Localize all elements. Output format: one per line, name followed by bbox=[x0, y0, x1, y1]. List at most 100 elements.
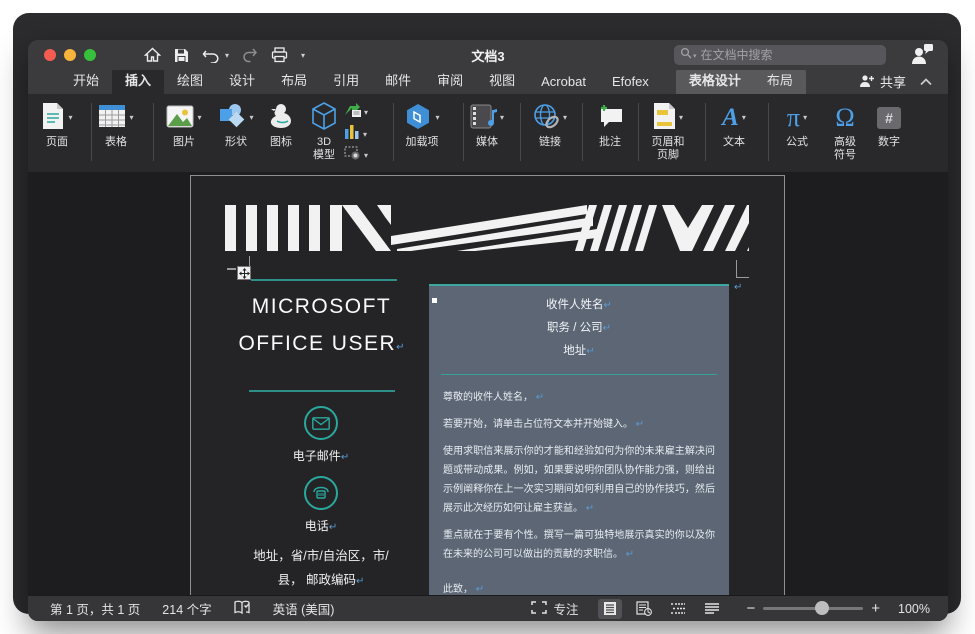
redo-icon[interactable] bbox=[242, 48, 258, 63]
comment-icon bbox=[597, 104, 624, 132]
ribbon-divider bbox=[768, 103, 769, 161]
zoom-slider[interactable] bbox=[763, 607, 863, 610]
header-footer-button[interactable]: 页眉和页脚 bbox=[642, 99, 694, 162]
paragraph-mark bbox=[341, 452, 349, 463]
paragraph-mark bbox=[536, 392, 544, 403]
document-canvas[interactable]: MICROSOFT OFFICE USER 电子邮件 电话 地址，省/市/自治区… bbox=[28, 172, 948, 595]
tab-mailings[interactable]: 邮件 bbox=[372, 66, 424, 94]
ribbon-divider bbox=[153, 103, 154, 161]
tab-insert[interactable]: 插入 bbox=[112, 66, 164, 94]
salutation[interactable]: 尊敬的收件人姓名， bbox=[443, 388, 715, 407]
equation-button[interactable]: π 公式 bbox=[776, 99, 818, 149]
links-button[interactable]: 链接 bbox=[528, 99, 572, 149]
tab-table-design[interactable]: 表格设计 bbox=[676, 66, 754, 94]
paragraph-mark bbox=[626, 549, 634, 560]
advanced-symbol-button[interactable]: Ω 高级符号 bbox=[823, 99, 867, 162]
omega-icon: Ω bbox=[835, 105, 854, 131]
search-input[interactable] bbox=[701, 48, 880, 62]
tab-design[interactable]: 设计 bbox=[216, 66, 268, 94]
table-icon bbox=[98, 104, 126, 131]
share-button[interactable]: 共享 bbox=[859, 72, 906, 91]
move-handle[interactable] bbox=[237, 266, 251, 280]
add-ins-button[interactable]: 加载项 bbox=[396, 99, 448, 149]
smartart-button[interactable] bbox=[344, 102, 368, 122]
document-page[interactable]: MICROSOFT OFFICE USER 电子邮件 电话 地址，省/市/自治区… bbox=[190, 175, 785, 595]
duck-icon bbox=[268, 103, 294, 132]
ribbon-tab-bar: 开始 插入 绘图 设计 布局 引用 邮件 审阅 视图 Acrobat Efofe… bbox=[28, 70, 948, 94]
word-count[interactable]: 214 个字 bbox=[162, 599, 211, 618]
title-bar: ▾ ▾ 文档3 ▾ bbox=[28, 40, 948, 70]
table-button[interactable]: 表格 bbox=[90, 99, 142, 149]
search-scope-caret-icon[interactable]: ▾ bbox=[693, 52, 697, 60]
home-icon[interactable] bbox=[144, 47, 161, 63]
smartart-icon bbox=[344, 102, 361, 122]
tab-draw[interactable]: 绘图 bbox=[164, 66, 216, 94]
body-paragraph[interactable]: 重点就在于要有个性。撰写一篇可独特地展示真实的你以及你在未来的公司可以做出的贡献… bbox=[443, 526, 715, 564]
focus-button[interactable]: 专注 bbox=[531, 599, 578, 618]
tab-review[interactable]: 审阅 bbox=[424, 66, 476, 94]
zoom-slider-thumb[interactable] bbox=[815, 601, 829, 615]
email-icon bbox=[304, 406, 338, 440]
recipient-address[interactable]: 地址 bbox=[443, 340, 715, 363]
letter-text-box[interactable]: 收件人姓名 职务 / 公司 地址 尊敬的收件人姓名， 若要开始，请单击占位符文本… bbox=[429, 284, 729, 595]
email-label[interactable]: 电子邮件 bbox=[221, 447, 421, 464]
page-indicator[interactable]: 第 1 页，共 1 页 bbox=[50, 599, 140, 618]
print-icon[interactable] bbox=[271, 47, 288, 63]
number-button[interactable]: # 数字 bbox=[868, 99, 910, 149]
proofing-icon[interactable] bbox=[234, 600, 251, 618]
paragraph-mark bbox=[603, 323, 611, 334]
contextual-tab-group: 表格设计 布局 bbox=[676, 66, 806, 94]
closing[interactable]: 此致， bbox=[443, 580, 715, 595]
language-indicator[interactable]: 英语 (美国) bbox=[273, 599, 335, 618]
comment-button[interactable]: 批注 bbox=[588, 99, 632, 149]
undo-icon[interactable] bbox=[202, 48, 220, 63]
tab-layout[interactable]: 布局 bbox=[268, 66, 320, 94]
undo-dropdown-icon[interactable]: ▾ bbox=[225, 51, 229, 60]
zoom-window-button[interactable] bbox=[84, 49, 96, 61]
account-icon[interactable] bbox=[910, 44, 934, 69]
zoom-in-button[interactable] bbox=[871, 600, 880, 617]
toolbar-options-icon[interactable]: ▾ bbox=[301, 51, 305, 60]
chart-button[interactable] bbox=[344, 124, 367, 144]
header-footer-icon bbox=[653, 102, 676, 133]
author-name[interactable]: MICROSOFT OFFICE USER bbox=[229, 288, 414, 366]
minimize-button[interactable] bbox=[64, 49, 76, 61]
outline-view-button[interactable] bbox=[666, 599, 690, 619]
body-paragraph[interactable]: 若要开始，请单击占位符文本并开始键入。 bbox=[443, 415, 715, 434]
zoom-level[interactable]: 100% bbox=[888, 602, 930, 616]
tab-efofex[interactable]: Efofex bbox=[599, 70, 662, 94]
phone-label[interactable]: 电话 bbox=[221, 517, 421, 534]
pictures-icon bbox=[166, 105, 194, 131]
close-button[interactable] bbox=[44, 49, 56, 61]
zoom-out-button[interactable] bbox=[746, 600, 755, 617]
web-layout-view-button[interactable] bbox=[632, 599, 656, 619]
tab-acrobat[interactable]: Acrobat bbox=[528, 70, 599, 94]
pages-button[interactable]: 页面 bbox=[32, 99, 82, 149]
body-paragraph[interactable]: 使用求职信来展示你的才能和经验如何为你的未来雇主解决问题或带动成果。例如，如果要… bbox=[443, 442, 715, 518]
save-icon[interactable] bbox=[174, 48, 189, 63]
print-layout-view-button[interactable] bbox=[598, 599, 622, 619]
tab-table-layout[interactable]: 布局 bbox=[754, 66, 806, 94]
shapes-button[interactable]: 形状 bbox=[212, 99, 260, 149]
paragraph-mark bbox=[476, 584, 484, 595]
recipient-name[interactable]: 收件人姓名 bbox=[443, 294, 715, 317]
paragraph-mark bbox=[396, 342, 404, 353]
tab-home[interactable]: 开始 bbox=[60, 66, 112, 94]
text-icon: A bbox=[722, 105, 739, 131]
text-button[interactable]: A 文本 bbox=[712, 99, 756, 149]
collapse-ribbon-icon[interactable] bbox=[920, 74, 932, 89]
screenshot-button[interactable] bbox=[344, 146, 368, 165]
pictures-button[interactable]: 图片 bbox=[159, 99, 209, 149]
address-placeholder[interactable]: 地址，省/市/自治区，市/ 县， 邮政编码 bbox=[213, 544, 429, 594]
paragraph-mark bbox=[586, 503, 594, 514]
draft-view-button[interactable] bbox=[700, 599, 724, 619]
search-box[interactable]: ▾ bbox=[674, 45, 886, 65]
media-button[interactable]: 媒体 bbox=[465, 99, 509, 149]
icons-button[interactable]: 图标 bbox=[259, 99, 303, 149]
recipient-title[interactable]: 职务 / 公司 bbox=[443, 317, 715, 340]
3d-models-button[interactable]: 3D模型 bbox=[302, 99, 346, 162]
tab-references[interactable]: 引用 bbox=[320, 66, 372, 94]
selection-handle[interactable] bbox=[432, 298, 437, 303]
tab-view[interactable]: 视图 bbox=[476, 66, 528, 94]
cover-banner-graphic[interactable] bbox=[225, 205, 749, 251]
